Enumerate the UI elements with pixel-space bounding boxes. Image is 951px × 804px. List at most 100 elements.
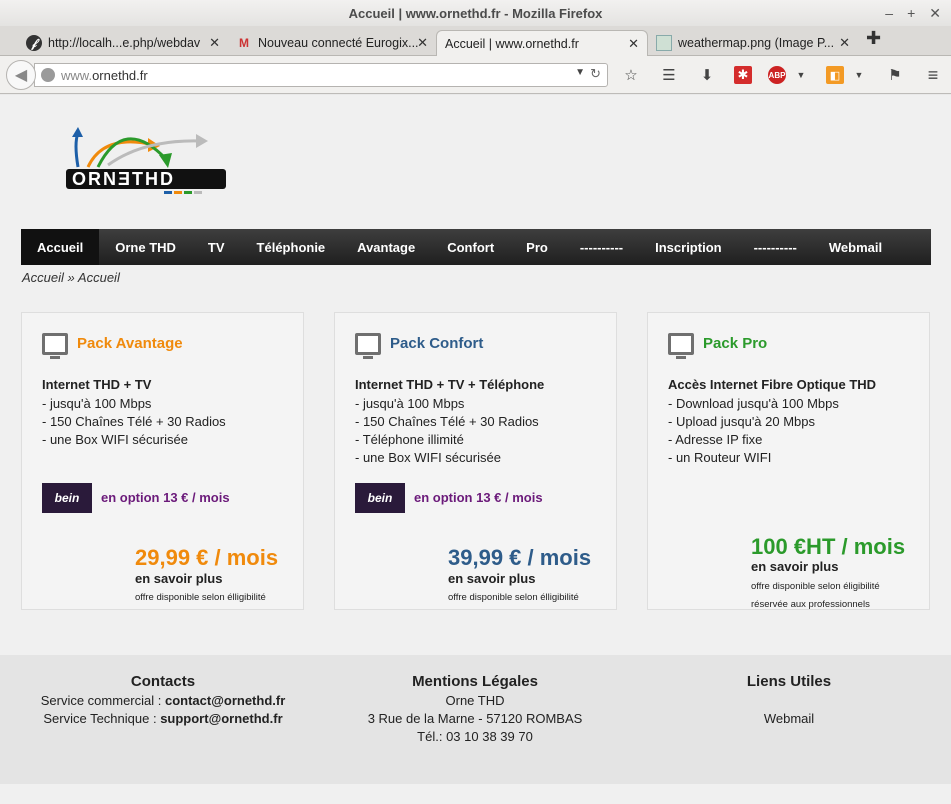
tv-icon	[42, 333, 68, 359]
ornethd-logo[interactable]: ORNƎTHD	[64, 125, 234, 195]
sales-email-link[interactable]: contact@ornethd.fr	[165, 693, 285, 708]
bein-sport-logo: bein	[42, 483, 92, 513]
web-page: ORNƎTHD Accueil Orne THD TV Téléphonie A…	[0, 95, 951, 804]
url-text: www.ornethd.fr	[61, 67, 148, 83]
navigation-toolbar: www.ornethd.fr ▼ ↻ ◀ ☆ ☰ ⬇ ✱ ABP ▼ ◧ ▼ ⚑…	[0, 56, 951, 94]
history-dropdown-icon[interactable]: ▼	[575, 67, 585, 78]
minimize-icon[interactable]: –	[885, 5, 893, 22]
close-window-icon[interactable]: ✕	[929, 5, 941, 22]
close-tab-icon[interactable]: ✕	[839, 35, 850, 51]
professional-note: réservée aux professionnels	[751, 599, 870, 610]
menu-telephonie[interactable]: Téléphonie	[241, 229, 342, 265]
pack-pro-card: Pack Pro Accès Internet Fibre Optique TH…	[647, 312, 930, 610]
legal-column: Mentions Légales Orne THD 3 Rue de la Ma…	[314, 673, 636, 746]
menu-separator[interactable]: ----------	[564, 229, 639, 265]
menu-pro[interactable]: Pro	[510, 229, 564, 265]
menu-webmail[interactable]: Webmail	[813, 229, 898, 265]
bein-sport-logo: bein	[355, 483, 405, 513]
bookmark-star-icon[interactable]: ☆	[620, 64, 642, 86]
new-tab-icon[interactable]: ✚	[866, 28, 881, 49]
tab-webdav[interactable]: 𝒻 http://localh...e.php/webdav ✕	[18, 30, 228, 56]
breadcrumb: Accueil » Accueil	[22, 270, 120, 285]
image-icon	[656, 35, 672, 51]
learn-more-link[interactable]: en savoir plus	[751, 559, 838, 574]
footer-webmail-link[interactable]: Webmail	[628, 710, 950, 728]
menu-accueil[interactable]: Accueil	[21, 229, 100, 265]
feature-item: - jusqu'à 100 Mbps	[42, 396, 152, 411]
addon-red-icon[interactable]: ✱	[734, 66, 752, 84]
flag-icon[interactable]: ⚑	[884, 64, 906, 86]
hamburger-menu-icon[interactable]: ≡	[922, 64, 944, 86]
tab-weathermap[interactable]: weathermap.png (Image P... ✕	[648, 30, 858, 56]
tab-label: http://localh...e.php/webdav	[48, 36, 201, 50]
tab-accueil[interactable]: Accueil | www.ornethd.fr ✕	[436, 30, 648, 56]
tv-icon	[355, 333, 381, 359]
maximize-icon[interactable]: +	[907, 5, 915, 22]
support-email-link[interactable]: support@ornethd.fr	[160, 711, 282, 726]
feature-item: - Adresse IP fixe	[668, 432, 763, 447]
menu-avantage[interactable]: Avantage	[341, 229, 431, 265]
option-text: en option 13 € / mois	[414, 490, 543, 505]
breadcrumb-home[interactable]: Accueil	[22, 270, 64, 285]
back-arrow-icon: ◀	[14, 67, 28, 84]
option-text: en option 13 € / mois	[101, 490, 230, 505]
feature-item: - Upload jusqu'à 20 Mbps	[668, 414, 816, 429]
close-tab-icon[interactable]: ✕	[417, 35, 428, 51]
pack-confort-card: Pack Confort Internet THD + TV + Télépho…	[334, 312, 617, 610]
card-title[interactable]: Pack Confort	[390, 335, 483, 352]
feature-item: - une Box WIFI sécurisée	[355, 450, 501, 465]
download-icon[interactable]: ⬇	[696, 64, 718, 86]
reading-list-icon[interactable]: ☰	[658, 64, 680, 86]
eligibility-note: offre disponible selon éligibilité	[751, 581, 880, 592]
rss-addon-icon[interactable]: ◧	[826, 66, 844, 84]
eligibility-note: offre disponible selon élligibilité	[135, 592, 266, 603]
price: 29,99 € / mois	[135, 545, 279, 570]
card-title[interactable]: Pack Pro	[703, 335, 767, 352]
globe-icon	[41, 68, 55, 82]
feature-item: - Téléphone illimité	[355, 432, 464, 447]
footer-heading: Contacts	[130, 673, 196, 690]
feature-item: - 150 Chaînes Télé + 30 Radios	[355, 414, 539, 429]
tab-label: Nouveau connecté Eurogix...	[258, 36, 419, 50]
eligibility-note: offre disponible selon élligibilité	[448, 592, 579, 603]
card-headline: Internet THD + TV	[42, 377, 152, 392]
menu-separator[interactable]: ----------	[738, 229, 813, 265]
footer-heading: Liens Utiles	[746, 673, 832, 690]
tab-gmail[interactable]: M Nouveau connecté Eurogix... ✕	[228, 30, 436, 56]
tab-label: Accueil | www.ornethd.fr	[445, 36, 579, 51]
footer-heading: Mentions Légales	[412, 673, 538, 690]
url-bar[interactable]: www.ornethd.fr ▼ ↻	[34, 63, 608, 87]
svg-text:ORNƎTHD: ORNƎTHD	[72, 169, 175, 189]
card-title[interactable]: Pack Avantage	[77, 335, 183, 352]
window-titlebar: Accueil | www.ornethd.fr - Mozilla Firef…	[0, 0, 951, 26]
menu-inscription[interactable]: Inscription	[639, 229, 737, 265]
wordpress-icon: 𝒻	[26, 35, 42, 51]
menu-orne-thd[interactable]: Orne THD	[99, 229, 192, 265]
feature-item: - Download jusqu'à 100 Mbps	[668, 396, 839, 411]
close-tab-icon[interactable]: ✕	[628, 36, 639, 52]
main-menu: Accueil Orne THD TV Téléphonie Avantage …	[21, 229, 931, 265]
window-title: Accueil | www.ornethd.fr - Mozilla Firef…	[348, 5, 603, 21]
price: 100 €HT / mois	[751, 534, 906, 559]
learn-more-link[interactable]: en savoir plus	[135, 571, 222, 586]
links-column: Liens Utiles Webmail	[628, 673, 950, 728]
page-footer: Contacts Service commercial : contact@or…	[0, 655, 951, 784]
card-headline: Internet THD + TV + Téléphone	[355, 377, 545, 392]
contacts-column: Contacts Service commercial : contact@or…	[0, 673, 326, 728]
feature-item: - un Routeur WIFI	[668, 450, 772, 465]
learn-more-link[interactable]: en savoir plus	[448, 571, 535, 586]
chevron-down-icon[interactable]: ▼	[790, 64, 812, 86]
reload-icon[interactable]: ↻	[590, 66, 601, 82]
tab-bar: 𝒻 http://localh...e.php/webdav ✕ M Nouve…	[0, 26, 951, 56]
close-tab-icon[interactable]: ✕	[209, 35, 220, 51]
price: 39,99 € / mois	[448, 545, 592, 570]
adblock-plus-icon[interactable]: ABP	[768, 66, 786, 84]
chevron-down-icon[interactable]: ▼	[848, 64, 870, 86]
menu-confort[interactable]: Confort	[431, 229, 510, 265]
feature-item: - 150 Chaînes Télé + 30 Radios	[42, 414, 226, 429]
back-button[interactable]: ◀	[6, 60, 36, 90]
tab-label: weathermap.png (Image P...	[678, 36, 835, 50]
pack-avantage-card: Pack Avantage Internet THD + TV - jusqu'…	[21, 312, 304, 610]
breadcrumb-current: Accueil	[77, 270, 120, 285]
menu-tv[interactable]: TV	[192, 229, 241, 265]
